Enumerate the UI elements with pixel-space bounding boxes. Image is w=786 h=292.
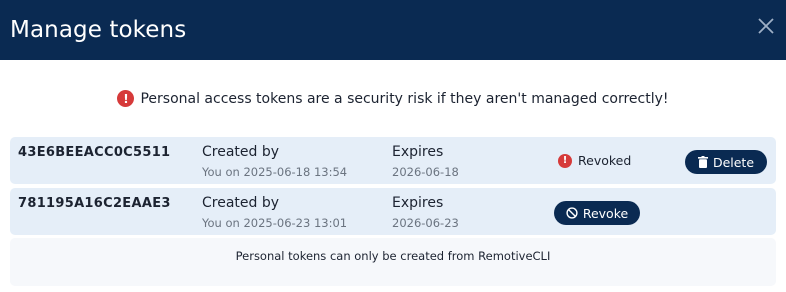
dialog-header: Manage tokens [0,0,786,60]
created-label: Created by [202,195,280,211]
token-row: 43E6BEEACC0C5511 Created by You on 2025-… [10,137,776,184]
expires-label: Expires [392,144,444,160]
expires-value: 2026-06-23 [392,216,459,230]
security-warning: ! Personal access tokens are a security … [0,90,786,107]
expires-label: Expires [392,195,444,211]
created-label: Created by [202,144,280,160]
delete-button[interactable]: Delete [685,150,767,174]
dialog-title: Manage tokens [10,17,187,43]
footer-text: Personal tokens can only be created from… [235,249,551,263]
footer-note: Personal tokens can only be created from… [10,238,776,286]
ban-icon [566,207,578,219]
created-value: You on 2025-06-23 13:01 [202,216,348,230]
close-icon[interactable] [756,16,776,36]
alert-icon: ! [117,90,135,107]
created-value: You on 2025-06-18 13:54 [202,165,348,179]
token-row: 781195A16C2EAAE3 Created by You on 2025-… [10,188,776,235]
status-text: Revoked [578,153,632,168]
delete-button-label: Delete [712,154,755,170]
alert-icon: ! [558,153,572,168]
revoked-status: ! Revoked [558,153,631,168]
expires-value: 2026-06-18 [392,165,459,179]
token-id: 781195A16C2EAAE3 [18,196,171,211]
trash-icon [697,156,708,168]
revoke-button[interactable]: Revoke [554,201,640,225]
token-id: 43E6BEEACC0C5511 [18,145,171,160]
revoke-button-label: Revoke [582,205,629,221]
security-warning-text: Personal access tokens are a security ri… [140,90,669,107]
